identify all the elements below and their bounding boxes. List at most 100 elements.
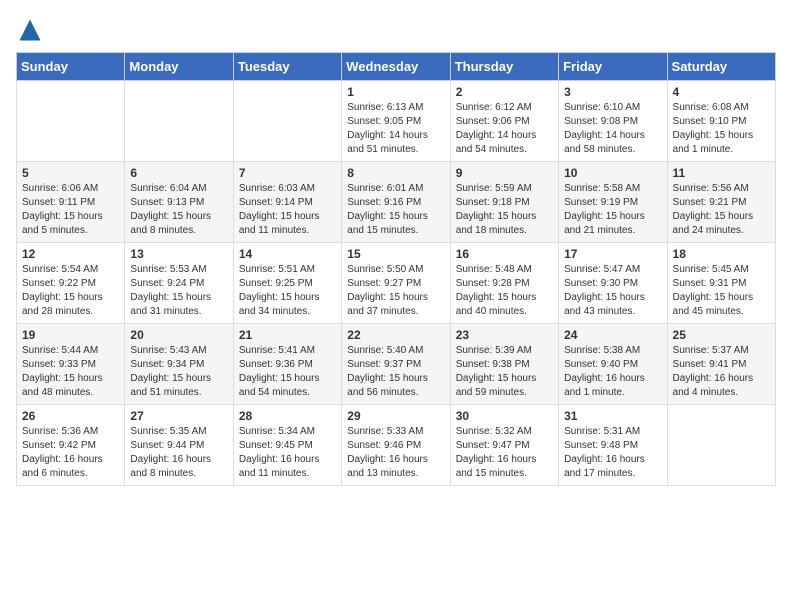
day-info: Sunrise: 5:54 AM Sunset: 9:22 PM Dayligh… [22,263,119,319]
day-cell: 12 Sunrise: 5:54 AM Sunset: 9:22 PM Dayli… [17,243,125,324]
day-number: 16 [456,247,553,261]
day-info: Sunrise: 5:47 AM Sunset: 9:30 PM Dayligh… [564,263,661,319]
day-cell [17,81,125,162]
logo [16,16,48,44]
day-info: Sunrise: 6:12 AM Sunset: 9:06 PM Dayligh… [456,101,553,157]
header-cell-wednesday: Wednesday [342,53,450,81]
day-number: 27 [130,409,227,423]
page-header [16,16,776,44]
week-row-1: 5 Sunrise: 6:06 AM Sunset: 9:11 PM Daylig… [17,162,776,243]
day-number: 18 [673,247,770,261]
day-info: Sunrise: 6:13 AM Sunset: 9:05 PM Dayligh… [347,101,444,157]
day-number: 6 [130,166,227,180]
day-cell: 23Sunrise: 5:39 AM Sunset: 9:38 PM Dayli… [450,324,558,405]
day-number: 11 [673,166,770,180]
day-cell: 4 Sunrise: 6:08 AM Sunset: 9:10 PM Daylig… [667,81,775,162]
day-cell: 26 Sunrise: 5:36 AM Sunset: 9:42 PM Dayli… [17,405,125,486]
day-cell: 3Sunrise: 6:10 AM Sunset: 9:08 PM Daylig… [559,81,667,162]
day-number: 10 [564,166,661,180]
day-number: 22 [347,328,444,342]
header-cell-friday: Friday [559,53,667,81]
day-cell: 7 Sunrise: 6:03 AM Sunset: 9:14 PM Daylig… [233,162,341,243]
day-info: Sunrise: 5:58 AM Sunset: 9:19 PM Dayligh… [564,182,661,238]
day-cell: 9 Sunrise: 5:59 AM Sunset: 9:18 PM Daylig… [450,162,558,243]
day-cell: 5 Sunrise: 6:06 AM Sunset: 9:11 PM Daylig… [17,162,125,243]
day-number: 28 [239,409,336,423]
day-info: Sunrise: 5:36 AM Sunset: 9:42 PM Dayligh… [22,425,119,481]
day-cell: 28 Sunrise: 5:34 AM Sunset: 9:45 PM Dayli… [233,405,341,486]
day-cell: 1 Sunrise: 6:13 AM Sunset: 9:05 PM Daylig… [342,81,450,162]
day-cell: 31 Sunrise: 5:31 AM Sunset: 9:48 PM Dayli… [559,405,667,486]
day-info: Sunrise: 5:44 AM Sunset: 9:33 PM Dayligh… [22,344,119,400]
day-cell: 24Sunrise: 5:38 AM Sunset: 9:40 PM Dayli… [559,324,667,405]
day-cell: 22Sunrise: 5:40 AM Sunset: 9:37 PM Dayli… [342,324,450,405]
day-number: 17 [564,247,661,261]
day-number: 26 [22,409,119,423]
day-info: Sunrise: 6:03 AM Sunset: 9:14 PM Dayligh… [239,182,336,238]
day-number: 25 [673,328,770,342]
day-cell: 25 Sunrise: 5:37 AM Sunset: 9:41 PM Dayli… [667,324,775,405]
week-row-0: 1 Sunrise: 6:13 AM Sunset: 9:05 PM Daylig… [17,81,776,162]
day-number: 4 [673,85,770,99]
header-cell-monday: Monday [125,53,233,81]
day-info: Sunrise: 6:04 AM Sunset: 9:13 PM Dayligh… [130,182,227,238]
logo-icon [16,16,44,44]
week-row-4: 26 Sunrise: 5:36 AM Sunset: 9:42 PM Dayli… [17,405,776,486]
day-number: 7 [239,166,336,180]
header-row: SundayMondayTuesdayWednesdayThursdayFrid… [17,53,776,81]
day-info: Sunrise: 5:41 AM Sunset: 9:36 PM Dayligh… [239,344,336,400]
day-number: 15 [347,247,444,261]
day-number: 2 [456,85,553,99]
day-number: 31 [564,409,661,423]
day-cell: 29 Sunrise: 5:33 AM Sunset: 9:46 PM Dayli… [342,405,450,486]
day-info: Sunrise: 6:08 AM Sunset: 9:10 PM Dayligh… [673,101,770,157]
day-info: Sunrise: 5:31 AM Sunset: 9:48 PM Dayligh… [564,425,661,481]
day-cell: 18Sunrise: 5:45 AM Sunset: 9:31 PM Dayli… [667,243,775,324]
day-cell: 2 Sunrise: 6:12 AM Sunset: 9:06 PM Daylig… [450,81,558,162]
day-info: Sunrise: 5:53 AM Sunset: 9:24 PM Dayligh… [130,263,227,319]
day-number: 1 [347,85,444,99]
week-row-3: 19Sunrise: 5:44 AM Sunset: 9:33 PM Dayli… [17,324,776,405]
day-cell: 8 Sunrise: 6:01 AM Sunset: 9:16 PM Daylig… [342,162,450,243]
day-info: Sunrise: 5:39 AM Sunset: 9:38 PM Dayligh… [456,344,553,400]
day-cell [667,405,775,486]
day-cell: 13Sunrise: 5:53 AM Sunset: 9:24 PM Dayli… [125,243,233,324]
day-number: 5 [22,166,119,180]
day-info: Sunrise: 5:48 AM Sunset: 9:28 PM Dayligh… [456,263,553,319]
day-info: Sunrise: 5:56 AM Sunset: 9:21 PM Dayligh… [673,182,770,238]
day-cell: 10 Sunrise: 5:58 AM Sunset: 9:19 PM Dayli… [559,162,667,243]
day-info: Sunrise: 5:59 AM Sunset: 9:18 PM Dayligh… [456,182,553,238]
day-info: Sunrise: 6:10 AM Sunset: 9:08 PM Dayligh… [564,101,661,157]
day-number: 8 [347,166,444,180]
day-info: Sunrise: 5:32 AM Sunset: 9:47 PM Dayligh… [456,425,553,481]
day-info: Sunrise: 5:34 AM Sunset: 9:45 PM Dayligh… [239,425,336,481]
day-cell [233,81,341,162]
day-info: Sunrise: 5:43 AM Sunset: 9:34 PM Dayligh… [130,344,227,400]
day-cell: 16 Sunrise: 5:48 AM Sunset: 9:28 PM Dayli… [450,243,558,324]
calendar-header: SundayMondayTuesdayWednesdayThursdayFrid… [17,53,776,81]
day-cell: 14 Sunrise: 5:51 AM Sunset: 9:25 PM Dayli… [233,243,341,324]
week-row-2: 12 Sunrise: 5:54 AM Sunset: 9:22 PM Dayli… [17,243,776,324]
day-number: 29 [347,409,444,423]
day-cell: 19Sunrise: 5:44 AM Sunset: 9:33 PM Dayli… [17,324,125,405]
day-cell: 30 Sunrise: 5:32 AM Sunset: 9:47 PM Dayli… [450,405,558,486]
day-number: 20 [130,328,227,342]
day-number: 9 [456,166,553,180]
day-info: Sunrise: 6:06 AM Sunset: 9:11 PM Dayligh… [22,182,119,238]
day-number: 12 [22,247,119,261]
day-number: 30 [456,409,553,423]
day-info: Sunrise: 5:35 AM Sunset: 9:44 PM Dayligh… [130,425,227,481]
calendar-body: 1 Sunrise: 6:13 AM Sunset: 9:05 PM Daylig… [17,81,776,486]
day-info: Sunrise: 6:01 AM Sunset: 9:16 PM Dayligh… [347,182,444,238]
day-info: Sunrise: 5:50 AM Sunset: 9:27 PM Dayligh… [347,263,444,319]
header-cell-thursday: Thursday [450,53,558,81]
day-cell: 17 Sunrise: 5:47 AM Sunset: 9:30 PM Dayli… [559,243,667,324]
day-info: Sunrise: 5:37 AM Sunset: 9:41 PM Dayligh… [673,344,770,400]
day-info: Sunrise: 5:33 AM Sunset: 9:46 PM Dayligh… [347,425,444,481]
day-number: 14 [239,247,336,261]
day-cell [125,81,233,162]
day-info: Sunrise: 5:51 AM Sunset: 9:25 PM Dayligh… [239,263,336,319]
header-cell-saturday: Saturday [667,53,775,81]
day-number: 24 [564,328,661,342]
calendar-table: SundayMondayTuesdayWednesdayThursdayFrid… [16,52,776,486]
